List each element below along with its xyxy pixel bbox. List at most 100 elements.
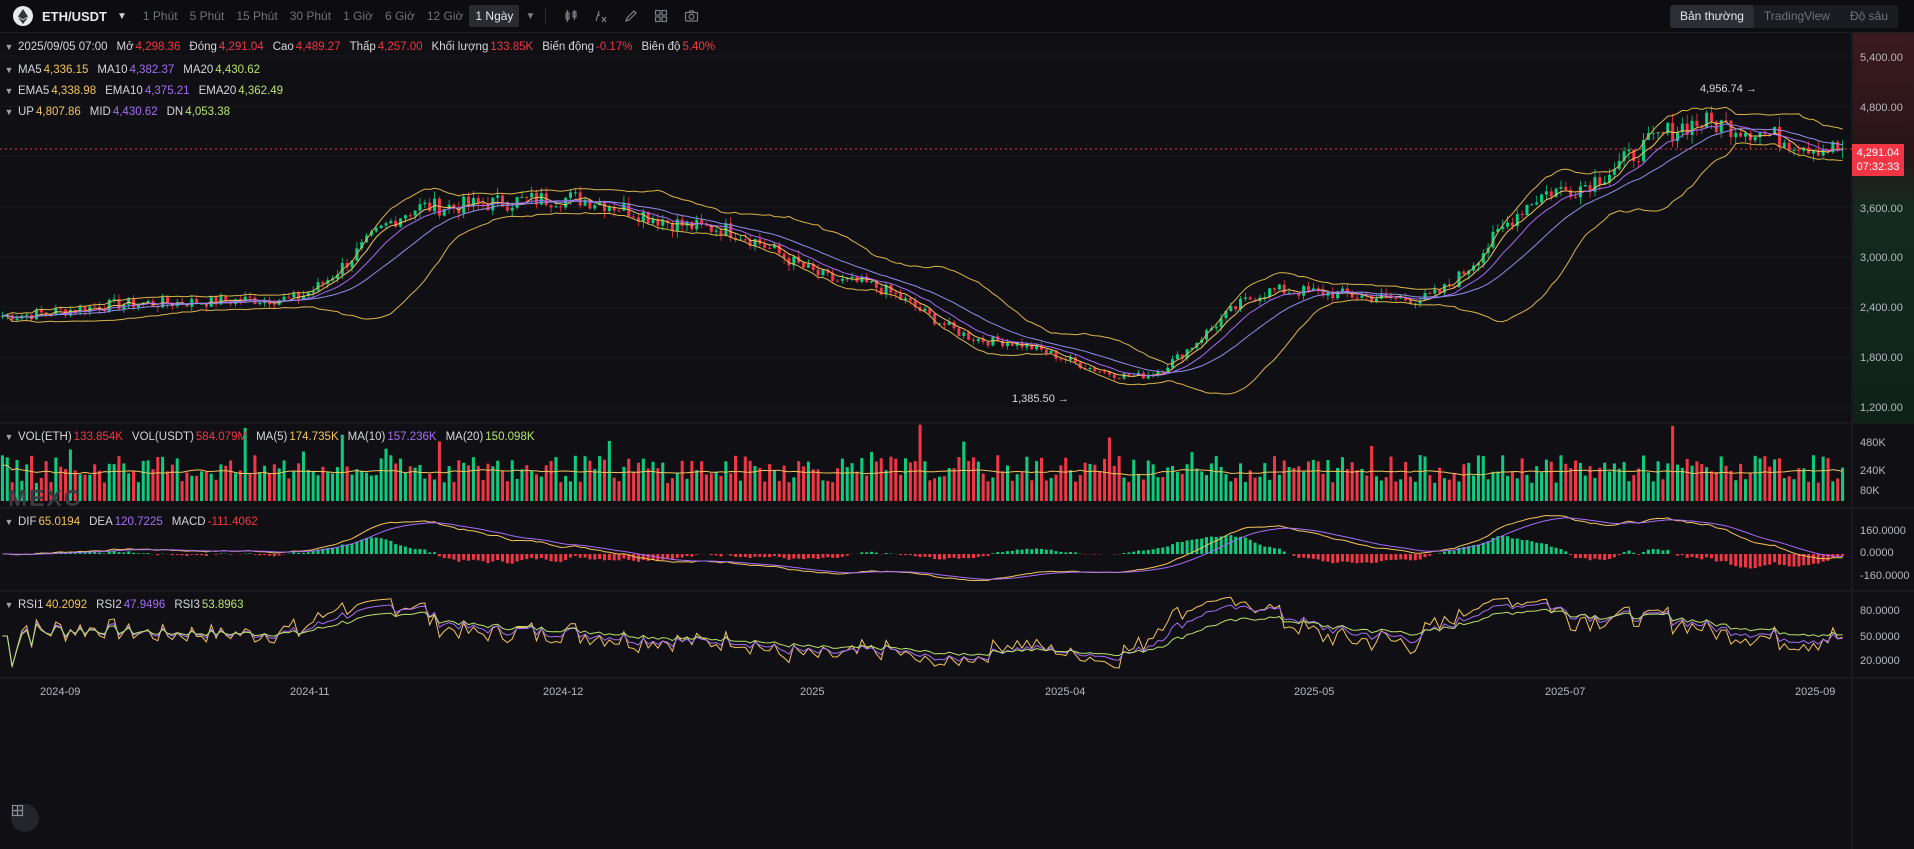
chevron-down-icon[interactable]: ▼ bbox=[117, 11, 127, 22]
collapse-chevron-icon[interactable]: ▼ bbox=[0, 86, 18, 96]
volume-bar bbox=[530, 470, 534, 501]
dea-value: 120.7225 bbox=[114, 516, 163, 528]
volume-bar bbox=[1268, 479, 1272, 501]
countdown: 07:32:33 bbox=[1856, 161, 1900, 173]
volume-bar bbox=[1816, 482, 1820, 501]
volume-bar bbox=[1030, 480, 1034, 501]
view-tab-2[interactable]: Độ sâu bbox=[1840, 5, 1898, 28]
candle-body bbox=[428, 202, 432, 212]
macd-histogram-bar bbox=[1705, 554, 1709, 558]
view-tab-1[interactable]: TradingView bbox=[1754, 5, 1840, 28]
collapse-chevron-icon[interactable]: ▼ bbox=[0, 107, 18, 117]
layout-icon[interactable] bbox=[646, 5, 676, 27]
macd-legend: ▼ DIF 65.0194 DEA 120.7225 MACD -111.4062 bbox=[5, 516, 267, 528]
volume-bar bbox=[1811, 455, 1815, 501]
macd-histogram-bar bbox=[821, 554, 825, 558]
interval-1[interactable]: 5 Phút bbox=[184, 5, 231, 27]
interval-2[interactable]: 15 Phút bbox=[230, 5, 283, 27]
camera-icon[interactable] bbox=[676, 5, 706, 27]
indicator-icon[interactable] bbox=[586, 5, 616, 27]
ma20-value: 4,430.62 bbox=[215, 64, 261, 76]
volume-bar bbox=[734, 455, 738, 501]
candle-type-icon[interactable] bbox=[556, 5, 586, 27]
interval-7[interactable]: 1 Ngày bbox=[469, 5, 520, 27]
ma10-label: MA10 bbox=[97, 64, 128, 76]
collapse-chevron-icon[interactable]: ▼ bbox=[0, 600, 18, 610]
volume-bar bbox=[1355, 470, 1359, 501]
macd-histogram-bar bbox=[1758, 554, 1762, 567]
interval-more-icon[interactable]: ▼ bbox=[525, 11, 535, 22]
macd-histogram-bar bbox=[471, 554, 475, 560]
volume-bar bbox=[1831, 481, 1835, 501]
volume-bar bbox=[1078, 475, 1082, 501]
macd-histogram-bar bbox=[1093, 554, 1097, 555]
macd-histogram-bar bbox=[107, 551, 111, 554]
volume-bar bbox=[1243, 482, 1247, 501]
macd-histogram-bar bbox=[1428, 554, 1432, 556]
macd-histogram-bar bbox=[1302, 554, 1306, 558]
collapse-chevron-icon[interactable]: ▼ bbox=[0, 517, 18, 527]
volume-bar bbox=[1787, 476, 1791, 501]
collapse-chevron-icon[interactable]: ▼ bbox=[0, 432, 18, 442]
macd-histogram-bar bbox=[661, 554, 665, 560]
rsi3-value: 53.8963 bbox=[201, 599, 244, 611]
draw-icon[interactable] bbox=[616, 5, 646, 27]
last-price: 4,291.04 bbox=[1856, 147, 1900, 159]
macd-histogram-bar bbox=[802, 554, 806, 560]
candle-body bbox=[554, 206, 558, 208]
candle-body bbox=[1214, 326, 1218, 329]
macd-histogram-bar bbox=[1709, 554, 1713, 559]
candle-body bbox=[1103, 371, 1107, 373]
volume-bar bbox=[1093, 464, 1097, 501]
volume-bar bbox=[399, 458, 403, 501]
volume-bar bbox=[942, 476, 946, 501]
volume-bar bbox=[729, 473, 733, 501]
volume-bar bbox=[1039, 457, 1043, 501]
collapse-chevron-icon[interactable]: ▼ bbox=[0, 42, 18, 52]
interval-6[interactable]: 12 Giờ bbox=[421, 5, 470, 27]
macd-histogram-bar bbox=[365, 538, 369, 554]
candle-body bbox=[559, 206, 563, 208]
volume-bar bbox=[491, 466, 495, 501]
interval-5[interactable]: 6 Giờ bbox=[379, 5, 421, 27]
volume-bar bbox=[1321, 473, 1325, 501]
macd-histogram-bar bbox=[874, 552, 878, 554]
macd-histogram-bar bbox=[1326, 554, 1330, 562]
high-label: Cao bbox=[272, 41, 294, 53]
chart-area[interactable]: MEXC ▼ 2025/09/05 07:00 Mở 4,298.36 Đóng 4… bbox=[0, 33, 1914, 849]
view-tab-0[interactable]: Bản thường bbox=[1669, 5, 1754, 28]
interval-3[interactable]: 30 Phút bbox=[284, 5, 337, 27]
ma10-value: 4,382.37 bbox=[129, 64, 175, 76]
macd-histogram-bar bbox=[797, 554, 801, 559]
volume-bar bbox=[928, 480, 932, 501]
candle-body bbox=[413, 210, 417, 216]
volume-bar bbox=[568, 481, 572, 501]
candle-body bbox=[573, 192, 577, 194]
candle-body bbox=[1248, 297, 1252, 300]
interval-0[interactable]: 1 Phút bbox=[137, 5, 184, 27]
macd-histogram-bar bbox=[1005, 551, 1009, 554]
macd-histogram-bar bbox=[709, 554, 713, 556]
macd-histogram-bar bbox=[136, 553, 140, 554]
time-axis-label: 2025 bbox=[800, 686, 825, 698]
macd-histogram-bar bbox=[1311, 554, 1315, 559]
volume-bar bbox=[1379, 480, 1383, 501]
pair-selector[interactable]: ETH/USDT bbox=[42, 9, 107, 24]
volume-bar bbox=[1452, 472, 1456, 501]
price-axis-label: 1,200.00 bbox=[1860, 402, 1903, 414]
macd-histogram-bar bbox=[1666, 549, 1670, 554]
volume-bar bbox=[1476, 455, 1480, 501]
interval-4[interactable]: 1 Giờ bbox=[337, 5, 379, 27]
volume-bar bbox=[350, 474, 354, 501]
vol-ma5-value: 174.735K bbox=[289, 431, 339, 443]
price-axis-label: 5,400.00 bbox=[1860, 52, 1903, 64]
collapse-chevron-icon[interactable]: ▼ bbox=[0, 65, 18, 75]
candle-body bbox=[714, 230, 718, 232]
settings-corner-button[interactable] bbox=[11, 804, 39, 832]
volume-bar bbox=[267, 473, 271, 501]
vol-ma10-value: 157.236K bbox=[387, 431, 437, 443]
candle-body bbox=[549, 205, 553, 208]
candle-body bbox=[433, 198, 437, 212]
candle-body bbox=[1656, 132, 1660, 134]
volume-bar bbox=[501, 470, 505, 501]
